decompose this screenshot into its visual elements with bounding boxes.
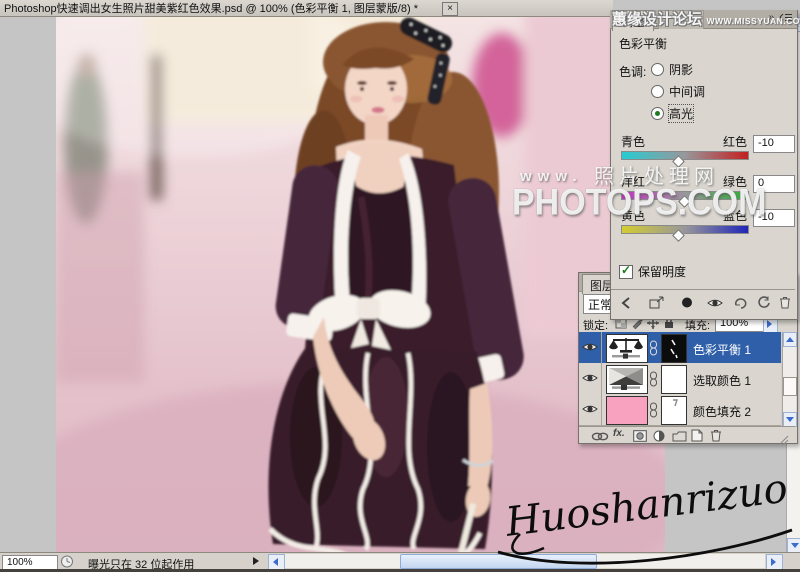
new-layer-icon[interactable] bbox=[691, 429, 703, 447]
photoshop-window: Photoshop快速调出女生照片甜美紫红色效果.psd @ 100% (色彩平… bbox=[0, 0, 800, 572]
slider-thumb-0[interactable] bbox=[671, 155, 685, 168]
lock-label: 锁定: bbox=[583, 320, 609, 332]
document-title: Photoshop快速调出女生照片甜美紫红色效果.psd @ 100% (色彩平… bbox=[4, 3, 418, 15]
delete-adjustment-icon[interactable] bbox=[779, 296, 791, 314]
layer-mask-thumbnail[interactable] bbox=[661, 365, 687, 394]
visibility-cell[interactable] bbox=[579, 363, 602, 394]
magenta-green-value-field[interactable]: 0 bbox=[753, 175, 795, 193]
adjustments-tab-row: 调整 » bbox=[610, 10, 797, 31]
close-icon[interactable]: × bbox=[442, 2, 458, 16]
panel-title: 色彩平衡 bbox=[619, 37, 668, 51]
visibility-cell[interactable] bbox=[579, 394, 602, 425]
blue-label: 蓝色 bbox=[722, 209, 747, 223]
pink-fill-thumbnail[interactable] bbox=[606, 396, 648, 425]
clip-to-layer-icon[interactable] bbox=[681, 296, 693, 314]
adjustments-panel: 调整 » 色彩平衡 色调: 阴影 中间调 高光 青色 红色 -10 洋红 绿色 bbox=[610, 10, 798, 320]
arrow-right-icon bbox=[771, 558, 776, 566]
layer-name: 选取颜色 1 bbox=[693, 374, 752, 388]
yellow-blue-value-field[interactable]: -10 bbox=[753, 209, 795, 227]
checkbox-icon: ✓ bbox=[619, 262, 633, 279]
red-label: 红色 bbox=[722, 135, 747, 149]
layers-scroll-down-button[interactable] bbox=[783, 412, 797, 427]
delete-layer-icon[interactable] bbox=[710, 429, 722, 447]
layers-scrollbar[interactable] bbox=[782, 332, 797, 427]
hscroll-right-button[interactable] bbox=[766, 554, 783, 570]
radio-highlights[interactable]: 高光 bbox=[651, 103, 695, 123]
layer-mask-thumbnail[interactable] bbox=[661, 334, 687, 363]
back-to-adjustment-list-icon[interactable] bbox=[619, 296, 633, 315]
layer-row-color-balance[interactable]: 色彩平衡 1 bbox=[579, 332, 781, 364]
tab-masks[interactable] bbox=[658, 10, 704, 29]
layer-style-icon[interactable]: fx. bbox=[613, 428, 625, 439]
adjustments-footer bbox=[611, 289, 795, 318]
cyan-red-value-field[interactable]: -10 bbox=[753, 135, 795, 153]
status-bar: 100% 曝光只在 32 位起作用 bbox=[0, 552, 800, 571]
arrow-left-icon bbox=[273, 558, 278, 566]
layer-mask-thumbnail[interactable] bbox=[661, 396, 687, 425]
tone-label: 色调: bbox=[619, 65, 647, 79]
yellow-label: 黄色 bbox=[621, 209, 646, 223]
photo-canvas[interactable] bbox=[56, 17, 665, 552]
magenta-green-slider[interactable] bbox=[621, 191, 749, 208]
yellow-blue-slider[interactable] bbox=[621, 225, 749, 242]
layer-name: 色彩平衡 1 bbox=[693, 343, 752, 357]
layers-scroll-up-button[interactable] bbox=[783, 332, 797, 347]
radio-icon bbox=[651, 106, 664, 120]
panel-resize-grip[interactable] bbox=[779, 432, 789, 450]
eye-icon bbox=[582, 374, 598, 382]
slider-thumb-1[interactable] bbox=[678, 195, 691, 208]
magenta-label: 洋红 bbox=[621, 175, 646, 189]
layers-scroll-thumb[interactable] bbox=[783, 377, 797, 396]
view-previous-state-icon[interactable] bbox=[733, 296, 748, 314]
selective-color-thumbnail[interactable] bbox=[606, 365, 648, 394]
new-adjustment-layer-icon[interactable] bbox=[653, 429, 665, 447]
radio-icon bbox=[651, 62, 664, 76]
reset-adjustment-icon[interactable] bbox=[757, 296, 771, 314]
slider-thumb-2[interactable] bbox=[671, 229, 685, 242]
status-menu-arrow-icon[interactable] bbox=[253, 557, 259, 565]
layers-footer: fx. bbox=[579, 426, 795, 445]
collapse-panel-icon[interactable]: » bbox=[769, 12, 776, 23]
visibility-cell[interactable] bbox=[579, 332, 602, 363]
panel-menu-icon[interactable] bbox=[779, 13, 793, 22]
eye-icon bbox=[582, 405, 598, 413]
link-mask-icon bbox=[649, 340, 658, 361]
color-balance-thumbnail[interactable] bbox=[606, 334, 648, 363]
radio-midtones[interactable]: 中间调 bbox=[651, 83, 705, 99]
radio-shadows[interactable]: 阴影 bbox=[651, 61, 693, 77]
eye-icon bbox=[582, 343, 598, 351]
hscroll-thumb[interactable] bbox=[400, 554, 597, 569]
scroll-down-button[interactable] bbox=[787, 538, 800, 553]
tab-adjustments[interactable]: 调整 bbox=[612, 10, 655, 31]
arrow-up-icon bbox=[786, 337, 794, 342]
resize-corner bbox=[784, 554, 800, 569]
cyan-label: 青色 bbox=[621, 135, 646, 149]
link-mask-icon bbox=[649, 402, 658, 423]
hscroll-left-button[interactable] bbox=[268, 554, 285, 570]
link-layers-icon[interactable] bbox=[591, 429, 609, 447]
arrow-down-icon bbox=[786, 417, 794, 422]
layers-list: 色彩平衡 1 选取颜色 1 颜色填充 2 bbox=[579, 332, 795, 426]
toggle-visibility-eye-icon[interactable] bbox=[707, 296, 723, 314]
horizontal-scrollbar[interactable] bbox=[285, 554, 765, 569]
radio-icon bbox=[651, 84, 664, 98]
switch-panel-view-icon[interactable] bbox=[649, 296, 665, 315]
layer-row-selective-color[interactable]: 选取颜色 1 bbox=[579, 363, 781, 395]
arrow-down-icon bbox=[791, 543, 799, 548]
arrow-right-icon bbox=[767, 320, 772, 328]
layer-name: 颜色填充 2 bbox=[693, 405, 752, 419]
green-label: 绿色 bbox=[722, 175, 747, 189]
document-titlebar[interactable]: Photoshop快速调出女生照片甜美紫红色效果.psd @ 100% (色彩平… bbox=[0, 0, 613, 17]
add-mask-icon[interactable] bbox=[633, 429, 647, 447]
preserve-luminosity-checkbox[interactable]: ✓ 保留明度 bbox=[619, 263, 686, 280]
panel-header-icons: » bbox=[769, 12, 793, 23]
cyan-red-slider[interactable] bbox=[621, 151, 749, 168]
layer-row-color-fill[interactable]: 颜色填充 2 bbox=[579, 394, 781, 426]
link-mask-icon bbox=[649, 371, 658, 392]
new-group-icon[interactable] bbox=[672, 429, 687, 447]
photo-illustration bbox=[56, 17, 665, 552]
